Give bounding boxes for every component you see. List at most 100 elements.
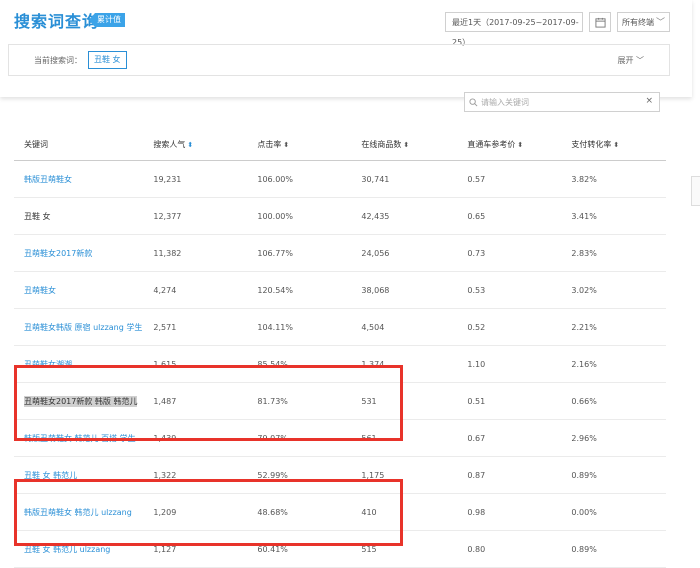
col-click-rate[interactable]: 点击率 ⬍ bbox=[247, 128, 352, 161]
keyword-text: 韩版丑萌鞋女 韩范儿 百搭 学生 bbox=[24, 433, 136, 443]
search-icon bbox=[469, 98, 478, 107]
keyword-text: 韩版丑萌鞋女 bbox=[24, 174, 72, 184]
table-cell: 106.77% bbox=[247, 234, 352, 272]
sort-icon[interactable]: ⬍ bbox=[517, 141, 523, 149]
keyword-link[interactable]: 丑萌鞋女潮潮 bbox=[14, 345, 144, 383]
table-cell: 120.54% bbox=[247, 271, 352, 309]
table-cell: 52.99% bbox=[247, 456, 352, 494]
current-term-tag[interactable]: 丑鞋 女 bbox=[88, 51, 127, 69]
col-conversion-rate[interactable]: 支付转化率 ⬍ bbox=[561, 128, 666, 161]
date-range-selector[interactable]: 最近1天（2017-09-25~2017-09-25） bbox=[445, 12, 583, 47]
search-input[interactable]: 请输入关键词 bbox=[481, 97, 529, 108]
table-row: 韩版丑萌鞋女 韩范儿 百搭 学生 1,439 79.07% 561 0.67 2.96% bbox=[14, 419, 666, 457]
keyword-text: 丑鞋 女 韩范儿 bbox=[24, 470, 78, 480]
table-row: 丑鞋 女 韩范儿 1,322 52.99% 1,175 0.87 0.89% bbox=[14, 456, 666, 494]
table-cell: 0.73 bbox=[457, 234, 562, 272]
table-row: 丑萌鞋女2017新款 韩版 韩范儿 1,487 81.73% 531 0.51 0.66% bbox=[14, 382, 666, 420]
keyword-link[interactable]: 丑萌鞋女2017新款 韩版 韩范儿 bbox=[14, 382, 144, 420]
keyword-link[interactable]: 丑萌鞋女2017新款 bbox=[14, 234, 144, 272]
table-cell: 30,741 bbox=[351, 160, 458, 198]
col-conversion-rate-label: 支付转化率 bbox=[571, 139, 612, 149]
keyword-text: 丑萌鞋女韩版 原宿 ulzzang 学生 bbox=[24, 322, 143, 332]
table-cell: 0.87 bbox=[457, 456, 562, 494]
table-cell: 1,615 bbox=[143, 345, 248, 383]
table-cell: 4,274 bbox=[143, 271, 248, 309]
table-cell: 0.80 bbox=[457, 530, 562, 568]
terminal-dropdown[interactable]: 所有终端 ﹀ bbox=[617, 12, 670, 32]
table-cell: 0.89% bbox=[561, 456, 666, 494]
col-ztc-price-label: 直通车参考价 bbox=[467, 139, 516, 149]
filter-bar: 当前搜索词： 丑鞋 女 展开 ﹀ bbox=[8, 44, 670, 76]
table-cell: 2.96% bbox=[561, 419, 666, 457]
table-row: 丑萌鞋女 4,274 120.54% 38,068 0.53 3.02% bbox=[14, 271, 666, 309]
calendar-icon bbox=[594, 17, 606, 28]
header-panel: 搜索词查询 累计值 最近1天（2017-09-25~2017-09-25） 所有… bbox=[0, 0, 692, 97]
table-cell: 24,056 bbox=[351, 234, 458, 272]
table-cell: 0.98 bbox=[457, 493, 562, 531]
sort-icon[interactable]: ⬍ bbox=[283, 141, 289, 149]
table-row: 丑鞋 女 12,377 100.00% 42,435 0.65 3.41% bbox=[14, 197, 666, 235]
col-online-items[interactable]: 在线商品数 ⬍ bbox=[351, 128, 458, 161]
table-cell: 1,487 bbox=[143, 382, 248, 420]
col-click-rate-label: 点击率 bbox=[257, 139, 282, 149]
keyword-text: 丑鞋 女 韩范儿 ulzzang bbox=[24, 544, 111, 554]
chevron-down-icon: ﹀ bbox=[655, 18, 665, 28]
table-row: 丑萌鞋女2017新款 11,382 106.77% 24,056 0.73 2.83% bbox=[14, 234, 666, 272]
table-cell: 0.89% bbox=[561, 530, 666, 568]
keyword-link[interactable]: 丑鞋 女 bbox=[14, 197, 144, 235]
clear-icon[interactable]: × bbox=[645, 96, 653, 106]
table-cell: 100.00% bbox=[247, 197, 352, 235]
page-title: 搜索词查询 bbox=[14, 12, 100, 31]
sort-icon[interactable]: ⬍ bbox=[187, 141, 193, 149]
cumulative-badge: 累计值 bbox=[89, 13, 125, 27]
table-cell: 2.21% bbox=[561, 308, 666, 346]
table-cell: 85.54% bbox=[247, 345, 352, 383]
col-search-popularity-label: 搜索人气 bbox=[153, 139, 186, 149]
table-cell: 0.66% bbox=[561, 382, 666, 420]
calendar-button[interactable] bbox=[589, 12, 611, 32]
table-cell: 42,435 bbox=[351, 197, 458, 235]
keyword-text: 丑萌鞋女 bbox=[24, 285, 56, 295]
table-cell: 4,504 bbox=[351, 308, 458, 346]
keyword-link[interactable]: 韩版丑萌鞋女 韩范儿 ulzzang bbox=[14, 493, 144, 531]
table-cell: 19,231 bbox=[143, 160, 248, 198]
keyword-link[interactable]: 丑萌鞋女韩版 原宿 ulzzang 学生 bbox=[14, 308, 144, 346]
table-cell: 1,175 bbox=[351, 456, 458, 494]
table-cell: 0.57 bbox=[457, 160, 562, 198]
sort-icon[interactable]: ⬍ bbox=[403, 141, 409, 149]
table-row: 丑鞋 女 韩范儿 ulzzang 1,127 60.41% 515 0.80 0.89% bbox=[14, 530, 666, 568]
keyword-link[interactable]: 丑萌鞋女 bbox=[14, 271, 144, 309]
table-cell: 2,571 bbox=[143, 308, 248, 346]
table-cell: 38,068 bbox=[351, 271, 458, 309]
side-tab[interactable] bbox=[691, 176, 700, 206]
table-row: 丑萌鞋女潮潮 1,615 85.54% 1,374 1.10 2.16% bbox=[14, 345, 666, 383]
table-cell: 410 bbox=[351, 493, 458, 531]
keyword-link[interactable]: 韩版丑萌鞋女 bbox=[14, 160, 144, 198]
keyword-search[interactable]: 请输入关键词 × bbox=[464, 92, 660, 112]
keyword-text: 丑鞋 女 bbox=[24, 211, 51, 221]
table-row: 韩版丑萌鞋女 韩范儿 ulzzang 1,209 48.68% 410 0.98 0.00… bbox=[14, 493, 666, 531]
table-cell: 1,439 bbox=[143, 419, 248, 457]
table-cell: 1,374 bbox=[351, 345, 458, 383]
table-header-row: 关键词 搜索人气 ⬍ 点击率 ⬍ 在线商品数 ⬍ 直通车参考价 ⬍ 支付转化率 ⬍ bbox=[14, 128, 666, 161]
keyword-link[interactable]: 丑鞋 女 韩范儿 bbox=[14, 456, 144, 494]
table-cell: 0.65 bbox=[457, 197, 562, 235]
col-online-items-label: 在线商品数 bbox=[361, 139, 402, 149]
col-ztc-price[interactable]: 直通车参考价 ⬍ bbox=[457, 128, 562, 161]
keyword-link[interactable]: 韩版丑萌鞋女 韩范儿 百搭 学生 bbox=[14, 419, 144, 457]
table-cell: 106.00% bbox=[247, 160, 352, 198]
table-cell: 12,377 bbox=[143, 197, 248, 235]
sort-icon[interactable]: ⬍ bbox=[613, 141, 619, 149]
table-cell: 3.02% bbox=[561, 271, 666, 309]
col-keyword: 关键词 bbox=[14, 128, 144, 161]
table-cell: 3.82% bbox=[561, 160, 666, 198]
terminal-dropdown-value: 所有终端 bbox=[622, 18, 654, 27]
table-cell: 3.41% bbox=[561, 197, 666, 235]
table-cell: 561 bbox=[351, 419, 458, 457]
keyword-text: 丑萌鞋女2017新款 bbox=[24, 248, 93, 258]
table-cell: 1,209 bbox=[143, 493, 248, 531]
keyword-text: 丑萌鞋女2017新款 韩版 韩范儿 bbox=[24, 395, 138, 407]
keyword-link[interactable]: 丑鞋 女 韩范儿 ulzzang bbox=[14, 530, 144, 568]
col-search-popularity[interactable]: 搜索人气 ⬍ bbox=[143, 128, 248, 161]
expand-toggle[interactable]: 展开 ﹀ bbox=[617, 55, 644, 66]
